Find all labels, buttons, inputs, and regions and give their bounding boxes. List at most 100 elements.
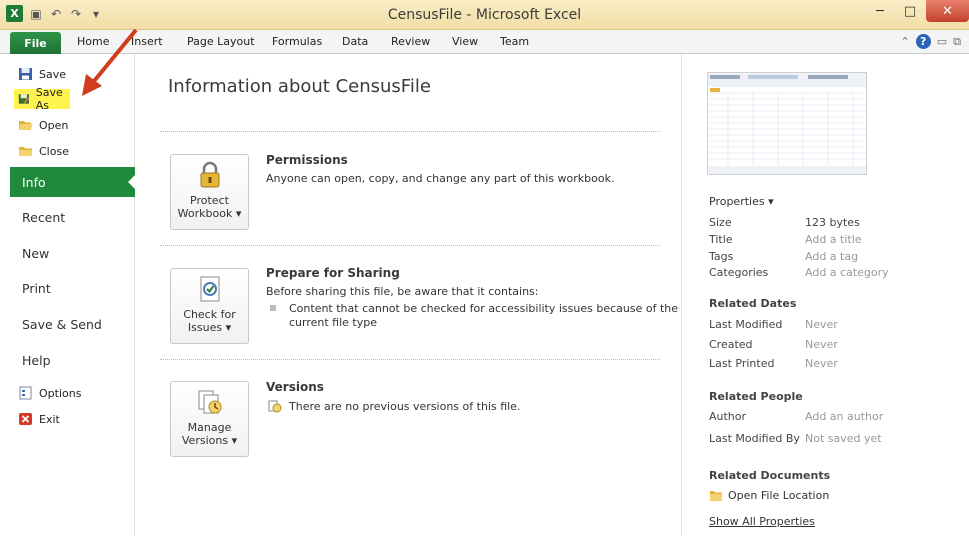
inspect-document-icon (200, 276, 219, 302)
nav-open-label: Open (39, 118, 69, 132)
restore-down-icon[interactable]: ▭ (937, 35, 947, 48)
nav-save-label: Save (39, 67, 67, 81)
nav-close[interactable]: Close (18, 141, 69, 161)
tags-field[interactable]: Add a tag (805, 250, 858, 263)
workbook-preview-thumbnail (707, 72, 867, 175)
sharing-title: Prepare for Sharing (266, 266, 400, 280)
last-modified-by-label: Last Modified By (709, 432, 800, 445)
ribbon-right-controls: ⌃ ? ▭ ⧉ (901, 34, 961, 49)
created-label: Created (709, 338, 753, 351)
open-folder-icon (19, 121, 33, 130)
categories-field[interactable]: Add a category (805, 266, 889, 279)
sharing-text: Before sharing this file, be aware that … (266, 285, 539, 298)
dropdown-arrow-icon: ▾ (231, 434, 238, 447)
floppy-disk-icon (19, 68, 32, 80)
last-modified-label: Last Modified (709, 318, 783, 331)
last-modified-by-value: Not saved yet (805, 432, 882, 445)
options-icon (19, 386, 32, 400)
exit-icon (19, 413, 32, 425)
tab-team[interactable]: Team (500, 35, 529, 48)
version-history-icon (268, 400, 282, 413)
dropdown-arrow-icon: ▾ (225, 321, 232, 334)
nav-info[interactable]: Info (10, 167, 136, 197)
window-title: CensusFile - Microsoft Excel (387, 7, 582, 23)
nav-help[interactable]: Help (10, 345, 135, 375)
lock-icon (200, 161, 219, 188)
size-value: 123 bytes (805, 216, 860, 229)
size-label: Size (709, 216, 732, 229)
nav-save-send[interactable]: Save & Send (10, 309, 135, 339)
help-icon[interactable]: ? (915, 34, 931, 49)
protect-workbook-line2: Workbook (177, 207, 233, 220)
sharing-bullet-line2: current file type (289, 316, 377, 329)
nav-recent[interactable]: Recent (10, 202, 135, 232)
maximize-button[interactable]: □ (896, 0, 924, 22)
save-as-icon (18, 94, 30, 104)
permissions-text: Anyone can open, copy, and change any pa… (266, 172, 615, 185)
nav-save[interactable]: Save (18, 64, 66, 84)
permissions-title: Permissions (266, 153, 348, 167)
properties-header-label: Properties (709, 195, 765, 208)
folder-icon (710, 491, 722, 501)
tab-formulas[interactable]: Formulas (272, 35, 322, 48)
title-field[interactable]: Add a title (805, 233, 862, 246)
last-printed-value: Never (805, 357, 838, 370)
annotation-arrow (82, 28, 138, 96)
tags-label: Tags (709, 250, 734, 263)
title-label: Title (709, 233, 733, 246)
minimize-button[interactable]: ─ (866, 0, 894, 22)
author-field[interactable]: Add an author (805, 410, 883, 423)
sharing-bullet-line1: Content that cannot be checked for acces… (289, 302, 679, 315)
check-for-issues-line2: Issues (187, 321, 223, 334)
tab-page-layout[interactable]: Page Layout (187, 35, 255, 48)
nav-print[interactable]: Print (10, 273, 135, 303)
nav-options-label: Options (39, 386, 82, 400)
nav-options[interactable]: Options (18, 383, 81, 403)
author-label: Author (709, 410, 747, 423)
tab-data[interactable]: Data (342, 35, 368, 48)
properties-header[interactable]: Properties ▾ (709, 195, 774, 208)
categories-label: Categories (709, 266, 769, 279)
nav-exit-label: Exit (39, 412, 60, 426)
check-for-issues-button[interactable]: Check for Issues ▾ (170, 268, 249, 344)
backstage-nav: Save Save As Open Close Info Recent New … (10, 54, 136, 536)
section-divider (160, 359, 660, 360)
dropdown-arrow-icon: ▾ (235, 207, 242, 220)
versions-icon (198, 390, 221, 414)
check-for-issues-line1: Check for (183, 308, 236, 321)
section-divider (160, 131, 660, 132)
manage-versions-line1: Manage (187, 421, 232, 434)
show-all-properties-link[interactable]: Show All Properties (709, 515, 815, 528)
close-window-button[interactable]: ✕ (926, 0, 969, 22)
last-printed-label: Last Printed (709, 357, 775, 370)
manage-versions-button[interactable]: Manage Versions ▾ (170, 381, 249, 457)
ribbon-tabs: File Home Insert Page Layout Formulas Da… (0, 30, 969, 54)
last-modified-value: Never (805, 318, 838, 331)
nav-open[interactable]: Open (18, 115, 68, 135)
dropdown-arrow-icon: ▾ (768, 195, 774, 208)
protect-workbook-button[interactable]: Protect Workbook ▾ (170, 154, 249, 230)
related-dates-header: Related Dates (709, 297, 797, 310)
minimize-ribbon-icon[interactable]: ⌃ (901, 35, 910, 48)
tab-view[interactable]: View (452, 35, 478, 48)
nav-save-as[interactable]: Save As (14, 86, 70, 112)
page-title: Information about CensusFile (168, 76, 431, 97)
bullet-icon (270, 305, 276, 311)
versions-text: There are no previous versions of this f… (289, 400, 521, 413)
protect-workbook-line1: Protect (190, 194, 229, 207)
nav-new[interactable]: New (10, 238, 135, 268)
nav-save-as-label: Save As (35, 86, 63, 112)
nav-exit[interactable]: Exit (18, 409, 60, 429)
related-people-header: Related People (709, 390, 803, 403)
section-divider (160, 245, 660, 246)
nav-close-label: Close (39, 144, 69, 158)
tab-review[interactable]: Review (391, 35, 430, 48)
restore-window-icon[interactable]: ⧉ (953, 35, 961, 49)
title-bar: X ▣ ↶ ↷ ▾ CensusFile - Microsoft Excel ─… (0, 0, 969, 30)
manage-versions-line2: Versions (181, 434, 229, 447)
created-value: Never (805, 338, 838, 351)
close-folder-icon (19, 147, 32, 156)
tab-file[interactable]: File (10, 32, 61, 54)
related-documents-header: Related Documents (709, 469, 831, 482)
open-file-location-link[interactable]: Open File Location (709, 489, 829, 502)
